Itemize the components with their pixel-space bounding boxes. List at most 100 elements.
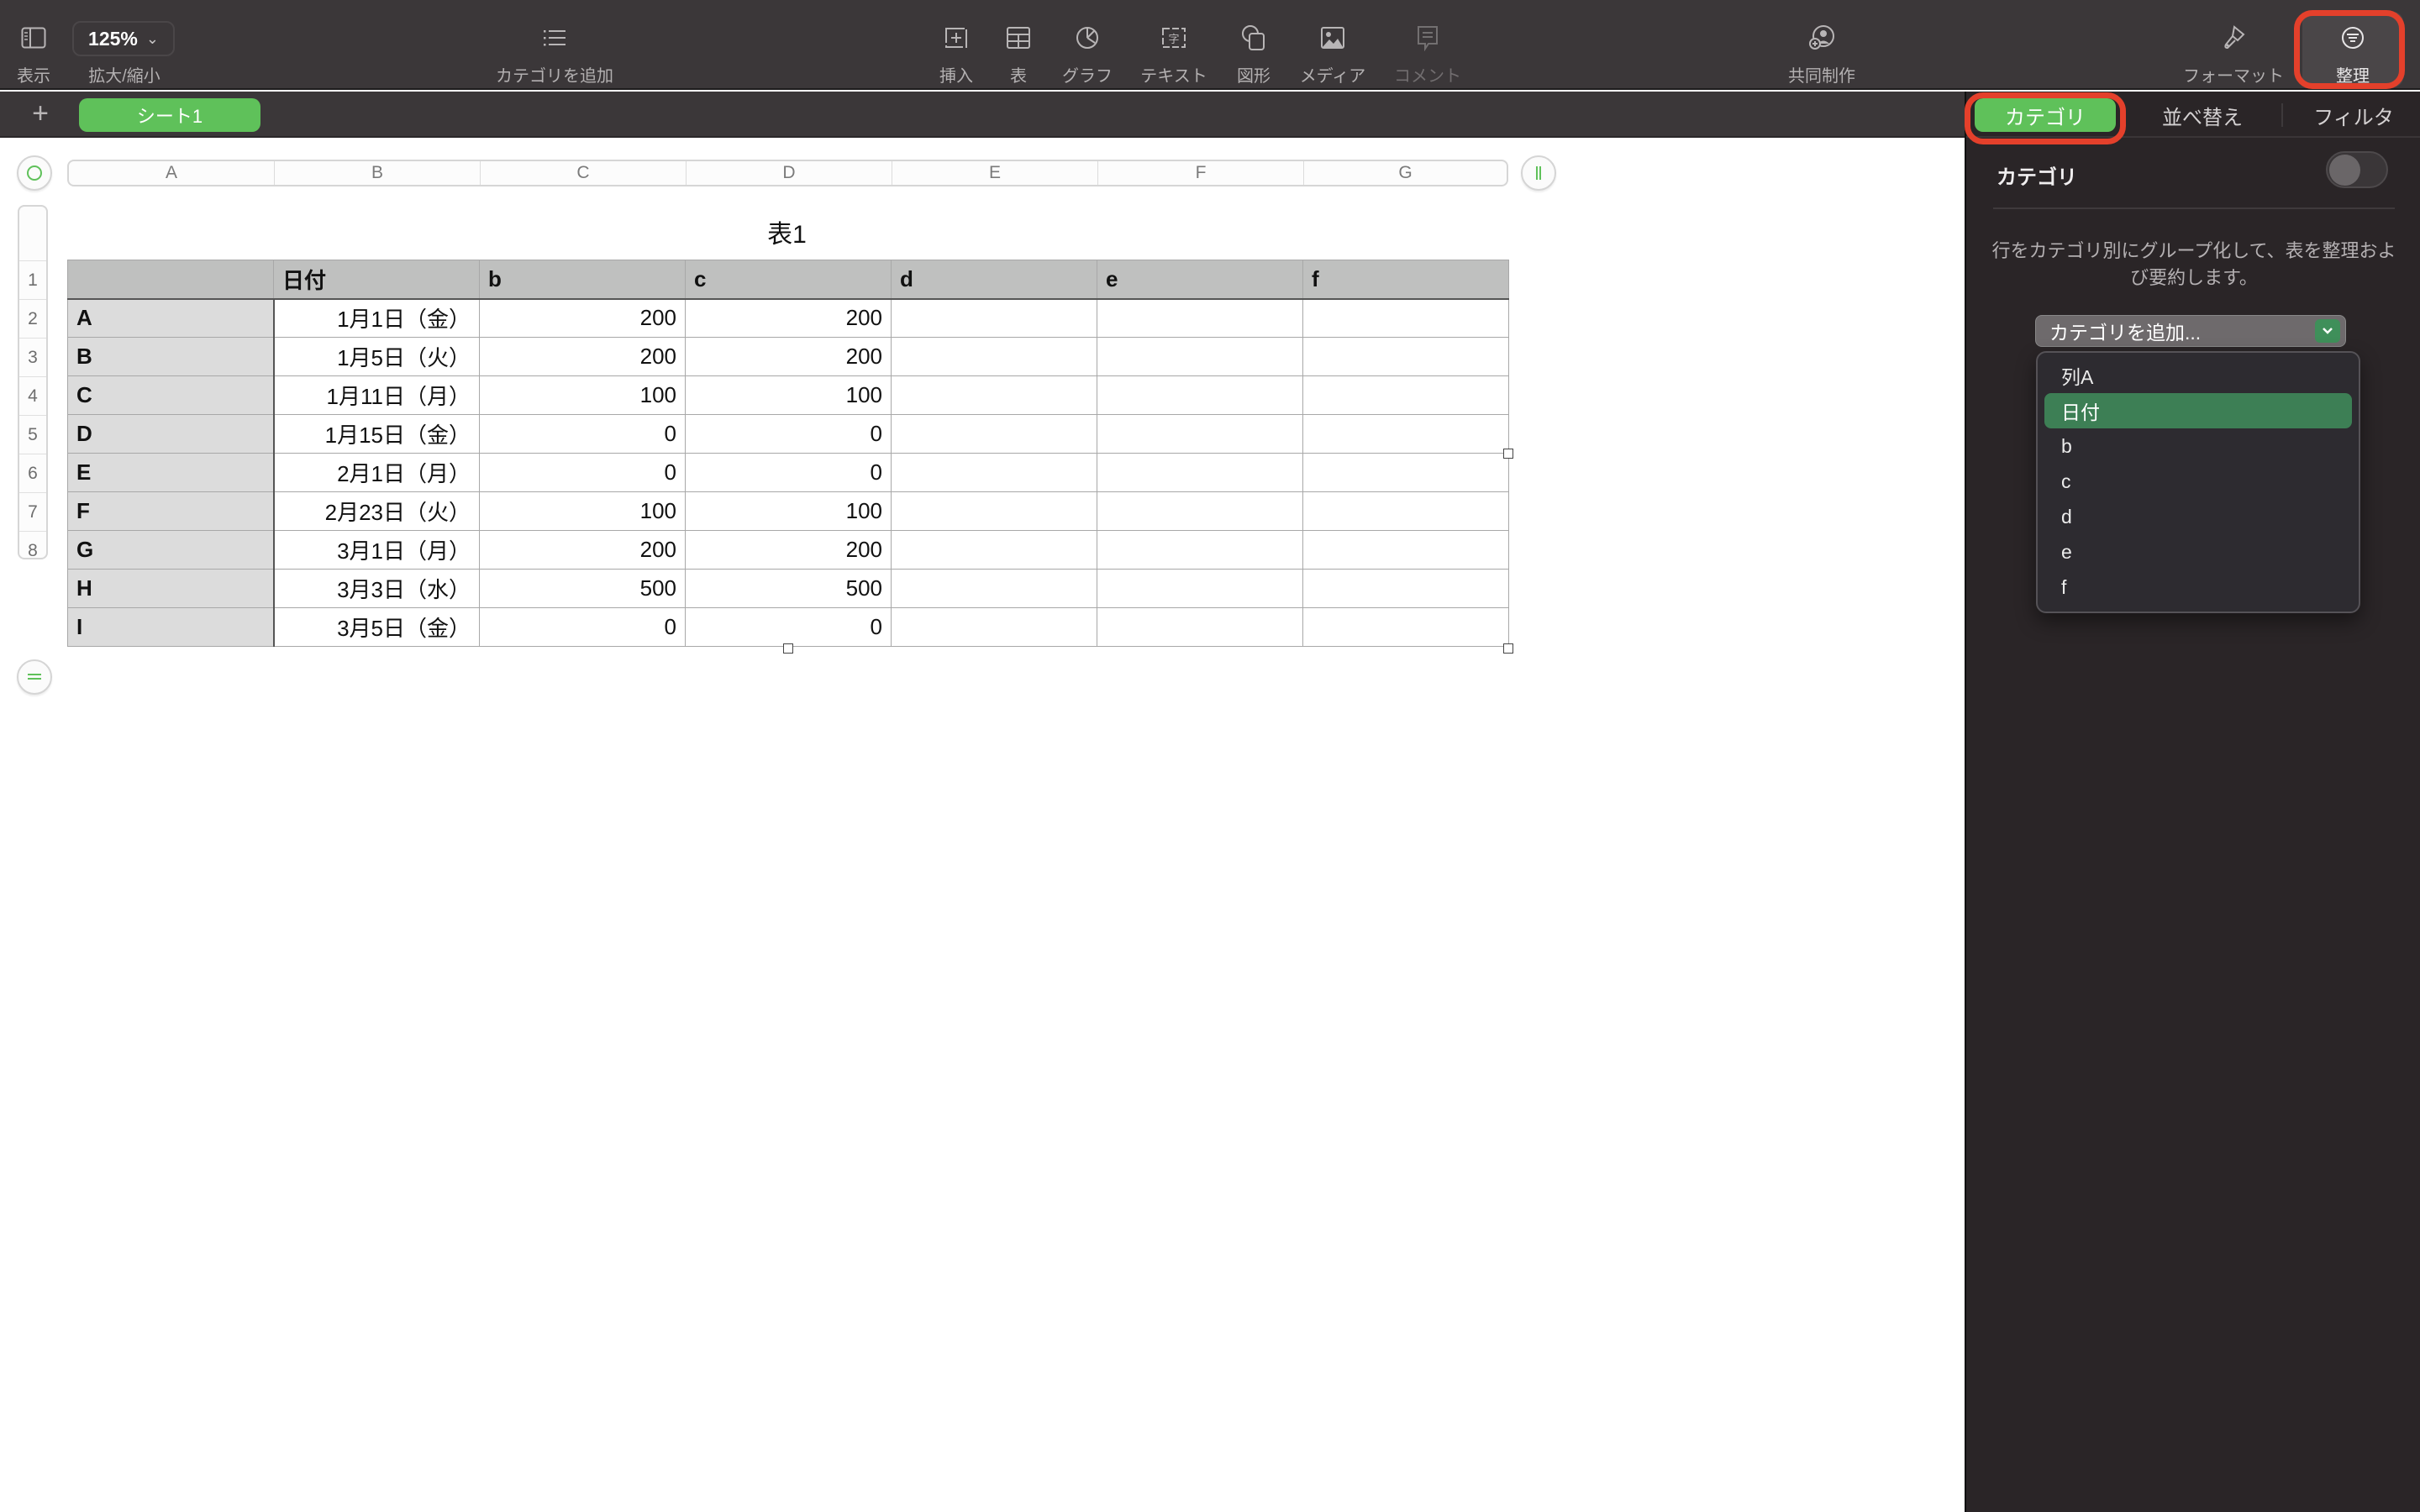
- row-header-5[interactable]: 5: [19, 415, 46, 454]
- header-cell[interactable]: 日付: [273, 260, 480, 300]
- table-cell[interactable]: [1097, 375, 1303, 415]
- table-cell[interactable]: 2月23日（火）: [273, 491, 480, 531]
- tab-sort[interactable]: 並べ替え: [2133, 98, 2272, 132]
- table-cell[interactable]: [1302, 607, 1509, 647]
- table-cell[interactable]: 200: [479, 298, 686, 338]
- resize-handle-corner[interactable]: [1503, 643, 1513, 654]
- sheet-tab[interactable]: シート1: [79, 98, 260, 132]
- row-header-7[interactable]: 7: [19, 492, 46, 531]
- format-button[interactable]: フォーマット: [2183, 0, 2284, 90]
- row-label-cell[interactable]: H: [67, 569, 275, 608]
- select-table-button[interactable]: [17, 155, 52, 191]
- table-cell[interactable]: [891, 414, 1097, 454]
- table-cell[interactable]: 200: [685, 337, 892, 376]
- add-row-handle[interactable]: [17, 659, 52, 695]
- table-cell[interactable]: [891, 375, 1097, 415]
- table-cell[interactable]: 500: [479, 569, 686, 608]
- header-cell[interactable]: f: [1302, 260, 1509, 300]
- table-cell[interactable]: [1097, 337, 1303, 376]
- category-toggle[interactable]: [2326, 151, 2388, 188]
- shape-button[interactable]: 図形: [1235, 0, 1272, 90]
- add-sheet-button[interactable]: +: [25, 98, 55, 129]
- menu-item-column-a[interactable]: 列A: [2044, 358, 2352, 393]
- table-cell[interactable]: 3月3日（水）: [273, 569, 480, 608]
- table-cell[interactable]: 1月11日（月）: [273, 375, 480, 415]
- table-cell[interactable]: [891, 491, 1097, 531]
- table-cell[interactable]: 500: [685, 569, 892, 608]
- collaborate-button[interactable]: 共同制作: [1786, 0, 1857, 90]
- menu-item-e[interactable]: e: [2044, 534, 2352, 570]
- table-cell[interactable]: 100: [479, 491, 686, 531]
- row-header-3[interactable]: 3: [19, 338, 46, 376]
- table-cell[interactable]: 3月5日（金）: [273, 607, 480, 647]
- table-cell[interactable]: 100: [479, 375, 686, 415]
- column-header-c[interactable]: C: [481, 161, 687, 185]
- column-header-g[interactable]: G: [1304, 161, 1507, 185]
- table-cell[interactable]: [891, 569, 1097, 608]
- table-cell[interactable]: 0: [479, 607, 686, 647]
- chart-button[interactable]: グラフ: [1054, 0, 1121, 90]
- table-cell[interactable]: 1月15日（金）: [273, 414, 480, 454]
- insert-button[interactable]: 挿入: [939, 0, 973, 90]
- table-cell[interactable]: 200: [685, 298, 892, 338]
- table-cell[interactable]: 0: [479, 453, 686, 492]
- table-cell[interactable]: [1097, 298, 1303, 338]
- resize-handle-bottom[interactable]: [783, 643, 793, 654]
- organize-button[interactable]: 整理: [2319, 0, 2386, 90]
- table-cell[interactable]: 100: [685, 491, 892, 531]
- header-cell[interactable]: d: [891, 260, 1097, 300]
- table-cell[interactable]: 200: [685, 530, 892, 570]
- table-cell[interactable]: 0: [685, 414, 892, 454]
- row-label-cell[interactable]: G: [67, 530, 275, 570]
- tab-filter[interactable]: フィルタ: [2291, 98, 2417, 132]
- table-cell[interactable]: [1302, 530, 1509, 570]
- menu-item-date[interactable]: 日付: [2044, 393, 2352, 428]
- table-cell[interactable]: [1097, 607, 1303, 647]
- table-button[interactable]: 表: [1002, 0, 1035, 90]
- column-header-a[interactable]: A: [69, 161, 275, 185]
- table-cell[interactable]: [1302, 453, 1509, 492]
- table-cell[interactable]: 1月5日（火）: [273, 337, 480, 376]
- row-header-2[interactable]: 2: [19, 299, 46, 338]
- row-header-8[interactable]: 8: [19, 531, 46, 558]
- add-category-popup[interactable]: カテゴリを追加...: [2035, 315, 2346, 347]
- row-label-cell[interactable]: I: [67, 607, 275, 647]
- text-button[interactable]: 字 テキスト: [1136, 0, 1212, 90]
- table-cell[interactable]: 2月1日（月）: [273, 453, 480, 492]
- table-cell[interactable]: [1302, 375, 1509, 415]
- table-cell[interactable]: [1302, 298, 1509, 338]
- table-cell[interactable]: 1月1日（金）: [273, 298, 480, 338]
- tab-category[interactable]: カテゴリ: [1975, 98, 2116, 132]
- header-cell[interactable]: c: [685, 260, 892, 300]
- header-cell[interactable]: b: [479, 260, 686, 300]
- table-cell[interactable]: [891, 453, 1097, 492]
- table-cell[interactable]: [891, 298, 1097, 338]
- menu-item-c[interactable]: c: [2044, 464, 2352, 499]
- table-cell[interactable]: [1097, 453, 1303, 492]
- table-cell[interactable]: [1097, 530, 1303, 570]
- menu-item-f[interactable]: f: [2044, 570, 2352, 605]
- header-cell[interactable]: [67, 260, 274, 300]
- table-cell[interactable]: 100: [685, 375, 892, 415]
- row-label-cell[interactable]: A: [67, 298, 275, 338]
- row-label-cell[interactable]: E: [67, 453, 275, 492]
- row-label-cell[interactable]: D: [67, 414, 275, 454]
- column-header-e[interactable]: E: [892, 161, 1098, 185]
- table-cell[interactable]: [891, 530, 1097, 570]
- table-cell[interactable]: 3月1日（月）: [273, 530, 480, 570]
- row-label-cell[interactable]: F: [67, 491, 275, 531]
- menu-item-d[interactable]: d: [2044, 499, 2352, 534]
- add-column-handle[interactable]: [1521, 155, 1556, 191]
- table-cell[interactable]: [891, 337, 1097, 376]
- comment-button[interactable]: コメント: [1388, 0, 1467, 90]
- table-cell[interactable]: 0: [685, 453, 892, 492]
- table-cell[interactable]: [1097, 491, 1303, 531]
- table-cell[interactable]: [1302, 414, 1509, 454]
- row-header-6[interactable]: 6: [19, 454, 46, 492]
- table-cell[interactable]: [1302, 337, 1509, 376]
- table-cell[interactable]: 200: [479, 337, 686, 376]
- table-cell[interactable]: 200: [479, 530, 686, 570]
- media-button[interactable]: メディア: [1294, 0, 1371, 90]
- table-title[interactable]: 表1: [684, 213, 890, 250]
- table-cell[interactable]: 0: [479, 414, 686, 454]
